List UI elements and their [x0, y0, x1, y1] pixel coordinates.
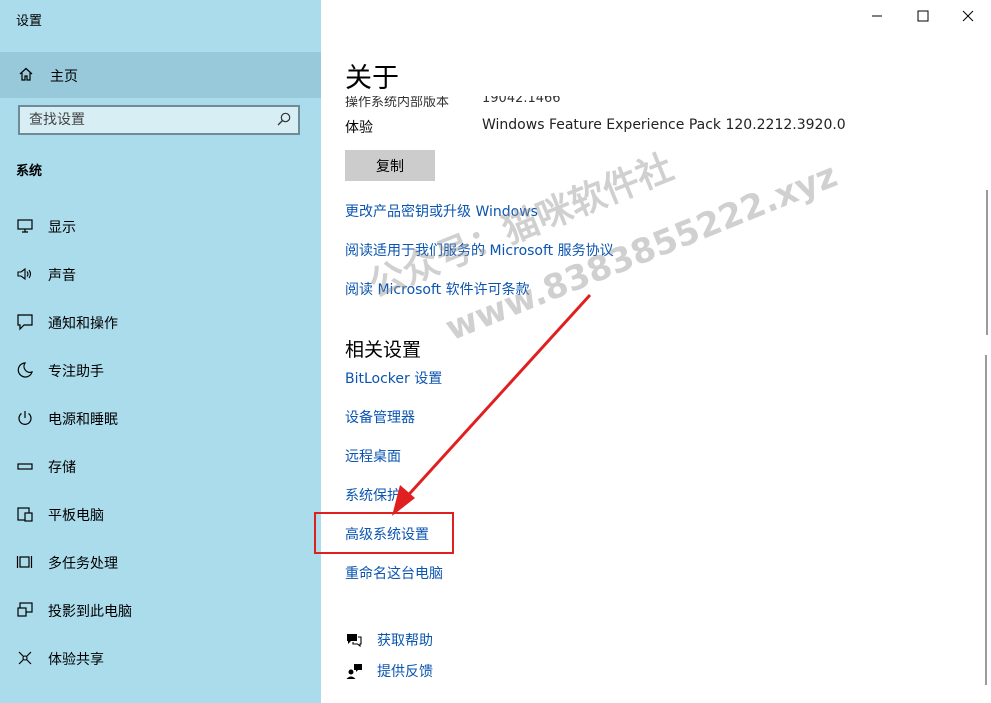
sidebar-item-tablet[interactable]: 平板电脑	[0, 492, 321, 536]
sidebar-item-label: 专注助手	[48, 364, 104, 380]
sidebar-item-notifications[interactable]: 通知和操作	[0, 300, 321, 344]
minimize-icon	[872, 15, 882, 17]
display-icon	[16, 217, 34, 235]
sidebar-item-display[interactable]: 显示	[0, 204, 321, 248]
bitlocker-settings-link[interactable]: BitLocker 设置	[345, 368, 442, 388]
main-content: 关于 操作系统内部版本 19042.1466 体验 Windows Featur…	[314, 0, 991, 703]
experience-label: 体验	[345, 120, 373, 136]
os-build-value: 19042.1466	[482, 96, 561, 106]
sidebar-item-label: 显示	[48, 220, 76, 236]
os-build-row: 操作系统内部版本 19042.1466	[345, 96, 585, 108]
moon-icon	[16, 361, 34, 379]
license-terms-link[interactable]: 阅读 Microsoft 软件许可条款	[345, 279, 530, 299]
notification-icon	[16, 313, 34, 331]
search-box[interactable]	[18, 105, 300, 135]
maximize-button[interactable]	[900, 0, 946, 36]
storage-icon	[16, 457, 34, 475]
help-chat-icon	[345, 631, 363, 649]
feedback-icon	[345, 662, 363, 680]
get-help-label: 获取帮助	[377, 633, 433, 649]
tablet-icon	[16, 505, 34, 523]
scrollbar-thumb[interactable]	[985, 355, 987, 685]
multitask-icon	[16, 553, 34, 571]
close-button[interactable]	[945, 0, 991, 36]
window-title: 设置	[16, 14, 43, 29]
rename-pc-link[interactable]: 重命名这台电脑	[345, 563, 443, 583]
services-agreement-link[interactable]: 阅读适用于我们服务的 Microsoft 服务协议	[345, 240, 614, 260]
system-protection-link[interactable]: 系统保护	[345, 485, 401, 505]
sidebar-item-label: 投影到此电脑	[48, 604, 132, 620]
search-icon[interactable]	[276, 111, 292, 127]
speaker-icon	[16, 265, 34, 283]
sidebar-item-storage[interactable]: 存储	[0, 444, 321, 488]
experience-value: Windows Feature Experience Pack 120.2212…	[482, 117, 846, 133]
scrollbar-thumb[interactable]	[986, 190, 988, 335]
page-title: 关于	[345, 63, 399, 94]
highlight-box	[314, 512, 454, 554]
sidebar-item-label: 多任务处理	[48, 556, 118, 572]
home-icon	[18, 66, 34, 85]
related-settings-title: 相关设置	[345, 339, 422, 361]
sidebar-item-multitasking[interactable]: 多任务处理	[0, 540, 321, 584]
sidebar-item-power[interactable]: 电源和睡眠	[0, 396, 321, 440]
device-manager-link[interactable]: 设备管理器	[345, 407, 415, 427]
give-feedback-label: 提供反馈	[377, 664, 433, 680]
power-icon	[16, 409, 34, 427]
project-icon	[16, 601, 34, 619]
sidebar-item-home[interactable]: 主页	[0, 52, 321, 98]
search-input[interactable]	[20, 107, 279, 133]
sidebar-item-focus-assist[interactable]: 专注助手	[0, 348, 321, 392]
sidebar-section-title: 系统	[16, 164, 43, 179]
sidebar-item-home-label: 主页	[50, 69, 78, 85]
close-icon	[962, 10, 974, 22]
sidebar-item-project[interactable]: 投影到此电脑	[0, 588, 321, 632]
sidebar-item-label: 体验共享	[48, 652, 104, 668]
sidebar-item-label: 平板电脑	[48, 508, 104, 524]
sidebar: 设置 主页 系统 显示 声音 通知和操作 专注助手	[0, 0, 321, 703]
experience-row: 体验 Windows Feature Experience Pack 120.2…	[345, 117, 975, 137]
remote-desktop-link[interactable]: 远程桌面	[345, 446, 401, 466]
sidebar-item-shared-experiences[interactable]: 体验共享	[0, 636, 321, 680]
sidebar-item-label: 通知和操作	[48, 316, 118, 332]
change-product-key-link[interactable]: 更改产品密钥或升级 Windows	[345, 201, 538, 221]
os-build-label: 操作系统内部版本	[345, 96, 450, 108]
copy-button[interactable]: 复制	[345, 150, 435, 181]
sidebar-item-label: 存储	[48, 460, 76, 476]
sidebar-item-sound[interactable]: 声音	[0, 252, 321, 296]
share-icon	[16, 649, 34, 667]
sidebar-item-label: 声音	[48, 268, 76, 284]
minimize-button[interactable]	[854, 0, 900, 36]
sidebar-item-label: 电源和睡眠	[48, 412, 118, 428]
maximize-icon	[917, 10, 929, 22]
